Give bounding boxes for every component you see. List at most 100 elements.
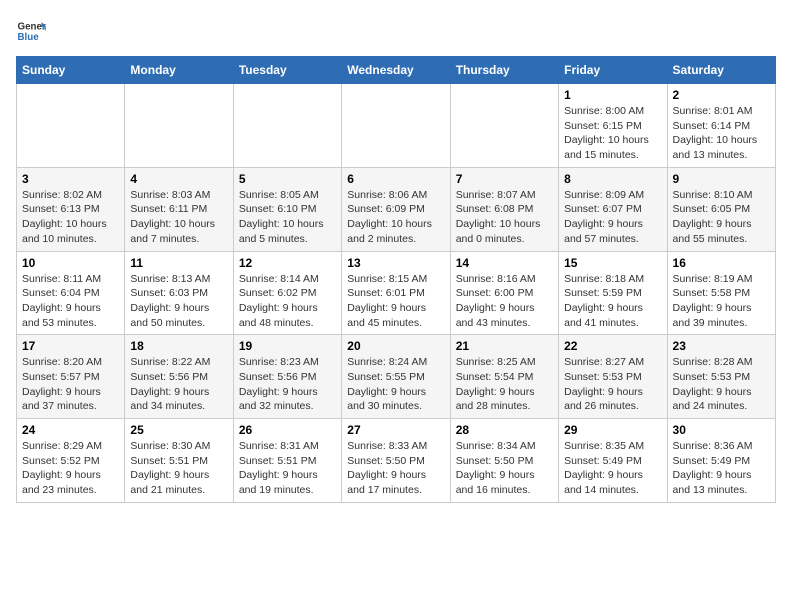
day-number: 5 [239, 172, 336, 186]
calendar-cell: 17 Sunrise: 8:20 AM Sunset: 5:57 PM Dayli… [17, 335, 125, 419]
day-info: Sunrise: 8:02 AM Sunset: 6:13 PM Dayligh… [22, 188, 119, 247]
svg-text:Blue: Blue [18, 32, 40, 43]
day-info: Sunrise: 8:30 AM Sunset: 5:51 PM Dayligh… [130, 439, 227, 498]
day-info: Sunrise: 8:11 AM Sunset: 6:04 PM Dayligh… [22, 272, 119, 331]
day-info: Sunrise: 8:09 AM Sunset: 6:07 PM Dayligh… [564, 188, 661, 247]
day-number: 28 [456, 423, 553, 437]
calendar-header-saturday: Saturday [667, 57, 775, 84]
day-number: 30 [673, 423, 770, 437]
calendar-header-tuesday: Tuesday [233, 57, 341, 84]
day-info: Sunrise: 8:16 AM Sunset: 6:00 PM Dayligh… [456, 272, 553, 331]
calendar-cell: 10 Sunrise: 8:11 AM Sunset: 6:04 PM Dayli… [17, 251, 125, 335]
calendar-cell: 25 Sunrise: 8:30 AM Sunset: 5:51 PM Dayli… [125, 419, 233, 503]
day-number: 27 [347, 423, 444, 437]
day-info: Sunrise: 8:33 AM Sunset: 5:50 PM Dayligh… [347, 439, 444, 498]
calendar-cell: 1 Sunrise: 8:00 AM Sunset: 6:15 PM Daylig… [559, 84, 667, 168]
calendar-cell: 15 Sunrise: 8:18 AM Sunset: 5:59 PM Dayli… [559, 251, 667, 335]
day-info: Sunrise: 8:19 AM Sunset: 5:58 PM Dayligh… [673, 272, 770, 331]
day-info: Sunrise: 8:20 AM Sunset: 5:57 PM Dayligh… [22, 355, 119, 414]
calendar-cell [342, 84, 450, 168]
calendar-cell: 12Sunrise: 8:14 AM Sunset: 6:02 PM Dayli… [233, 251, 341, 335]
logo-icon: General Blue [16, 16, 46, 46]
day-info: Sunrise: 8:00 AM Sunset: 6:15 PM Dayligh… [564, 104, 661, 163]
calendar-cell: 7 Sunrise: 8:07 AM Sunset: 6:08 PM Daylig… [450, 167, 558, 251]
calendar-header-wednesday: Wednesday [342, 57, 450, 84]
calendar-cell: 13 Sunrise: 8:15 AM Sunset: 6:01 PM Dayli… [342, 251, 450, 335]
calendar-cell: 23 Sunrise: 8:28 AM Sunset: 5:53 PM Dayli… [667, 335, 775, 419]
day-number: 14 [456, 256, 553, 270]
day-number: 8 [564, 172, 661, 186]
day-info: Sunrise: 8:06 AM Sunset: 6:09 PM Dayligh… [347, 188, 444, 247]
day-number: 25 [130, 423, 227, 437]
calendar-cell: 18Sunrise: 8:22 AM Sunset: 5:56 PM Dayli… [125, 335, 233, 419]
logo: General Blue [16, 16, 50, 46]
day-info: Sunrise: 8:31 AM Sunset: 5:51 PM Dayligh… [239, 439, 336, 498]
day-number: 7 [456, 172, 553, 186]
day-info: Sunrise: 8:03 AM Sunset: 6:11 PM Dayligh… [130, 188, 227, 247]
calendar-header-row: SundayMondayTuesdayWednesdayThursdayFrid… [17, 57, 776, 84]
day-info: Sunrise: 8:24 AM Sunset: 5:55 PM Dayligh… [347, 355, 444, 414]
calendar-week-row: 10 Sunrise: 8:11 AM Sunset: 6:04 PM Dayli… [17, 251, 776, 335]
calendar-week-row: 1 Sunrise: 8:00 AM Sunset: 6:15 PM Daylig… [17, 84, 776, 168]
calendar-table: SundayMondayTuesdayWednesdayThursdayFrid… [16, 56, 776, 503]
calendar-cell: 3 Sunrise: 8:02 AM Sunset: 6:13 PM Daylig… [17, 167, 125, 251]
day-number: 17 [22, 339, 119, 353]
day-info: Sunrise: 8:01 AM Sunset: 6:14 PM Dayligh… [673, 104, 770, 163]
calendar-cell: 21 Sunrise: 8:25 AM Sunset: 5:54 PM Dayli… [450, 335, 558, 419]
day-info: Sunrise: 8:15 AM Sunset: 6:01 PM Dayligh… [347, 272, 444, 331]
day-info: Sunrise: 8:18 AM Sunset: 5:59 PM Dayligh… [564, 272, 661, 331]
day-number: 4 [130, 172, 227, 186]
page-header: General Blue [16, 16, 776, 46]
calendar-cell: 30Sunrise: 8:36 AM Sunset: 5:49 PM Dayli… [667, 419, 775, 503]
calendar-cell: 20 Sunrise: 8:24 AM Sunset: 5:55 PM Dayli… [342, 335, 450, 419]
day-number: 26 [239, 423, 336, 437]
day-info: Sunrise: 8:25 AM Sunset: 5:54 PM Dayligh… [456, 355, 553, 414]
calendar-body: 1 Sunrise: 8:00 AM Sunset: 6:15 PM Daylig… [17, 84, 776, 503]
day-number: 22 [564, 339, 661, 353]
calendar-cell: 16Sunrise: 8:19 AM Sunset: 5:58 PM Dayli… [667, 251, 775, 335]
calendar-cell: 19 Sunrise: 8:23 AM Sunset: 5:56 PM Dayli… [233, 335, 341, 419]
day-number: 12 [239, 256, 336, 270]
calendar-cell: 14 Sunrise: 8:16 AM Sunset: 6:00 PM Dayli… [450, 251, 558, 335]
day-info: Sunrise: 8:07 AM Sunset: 6:08 PM Dayligh… [456, 188, 553, 247]
day-number: 2 [673, 88, 770, 102]
calendar-header-thursday: Thursday [450, 57, 558, 84]
day-number: 20 [347, 339, 444, 353]
day-info: Sunrise: 8:28 AM Sunset: 5:53 PM Dayligh… [673, 355, 770, 414]
day-number: 9 [673, 172, 770, 186]
day-info: Sunrise: 8:35 AM Sunset: 5:49 PM Dayligh… [564, 439, 661, 498]
day-info: Sunrise: 8:29 AM Sunset: 5:52 PM Dayligh… [22, 439, 119, 498]
day-number: 1 [564, 88, 661, 102]
day-number: 10 [22, 256, 119, 270]
day-number: 21 [456, 339, 553, 353]
day-number: 15 [564, 256, 661, 270]
calendar-cell: 24 Sunrise: 8:29 AM Sunset: 5:52 PM Dayli… [17, 419, 125, 503]
day-info: Sunrise: 8:23 AM Sunset: 5:56 PM Dayligh… [239, 355, 336, 414]
day-number: 19 [239, 339, 336, 353]
calendar-week-row: 24 Sunrise: 8:29 AM Sunset: 5:52 PM Dayli… [17, 419, 776, 503]
calendar-cell: 11Sunrise: 8:13 AM Sunset: 6:03 PM Dayli… [125, 251, 233, 335]
calendar-week-row: 17 Sunrise: 8:20 AM Sunset: 5:57 PM Dayli… [17, 335, 776, 419]
day-info: Sunrise: 8:05 AM Sunset: 6:10 PM Dayligh… [239, 188, 336, 247]
calendar-cell: 28 Sunrise: 8:34 AM Sunset: 5:50 PM Dayli… [450, 419, 558, 503]
calendar-header-monday: Monday [125, 57, 233, 84]
calendar-cell [125, 84, 233, 168]
calendar-cell: 2 Sunrise: 8:01 AM Sunset: 6:14 PM Daylig… [667, 84, 775, 168]
day-number: 6 [347, 172, 444, 186]
day-number: 23 [673, 339, 770, 353]
calendar-cell: 9Sunrise: 8:10 AM Sunset: 6:05 PM Daylig… [667, 167, 775, 251]
calendar-cell: 4 Sunrise: 8:03 AM Sunset: 6:11 PM Daylig… [125, 167, 233, 251]
calendar-cell: 27 Sunrise: 8:33 AM Sunset: 5:50 PM Dayli… [342, 419, 450, 503]
calendar-cell: 8 Sunrise: 8:09 AM Sunset: 6:07 PM Daylig… [559, 167, 667, 251]
calendar-cell [233, 84, 341, 168]
day-info: Sunrise: 8:27 AM Sunset: 5:53 PM Dayligh… [564, 355, 661, 414]
day-info: Sunrise: 8:34 AM Sunset: 5:50 PM Dayligh… [456, 439, 553, 498]
day-number: 24 [22, 423, 119, 437]
calendar-header-sunday: Sunday [17, 57, 125, 84]
calendar-cell: 29Sunrise: 8:35 AM Sunset: 5:49 PM Dayli… [559, 419, 667, 503]
calendar-header-friday: Friday [559, 57, 667, 84]
calendar-cell: 6 Sunrise: 8:06 AM Sunset: 6:09 PM Daylig… [342, 167, 450, 251]
day-number: 13 [347, 256, 444, 270]
calendar-cell: 5 Sunrise: 8:05 AM Sunset: 6:10 PM Daylig… [233, 167, 341, 251]
day-number: 3 [22, 172, 119, 186]
